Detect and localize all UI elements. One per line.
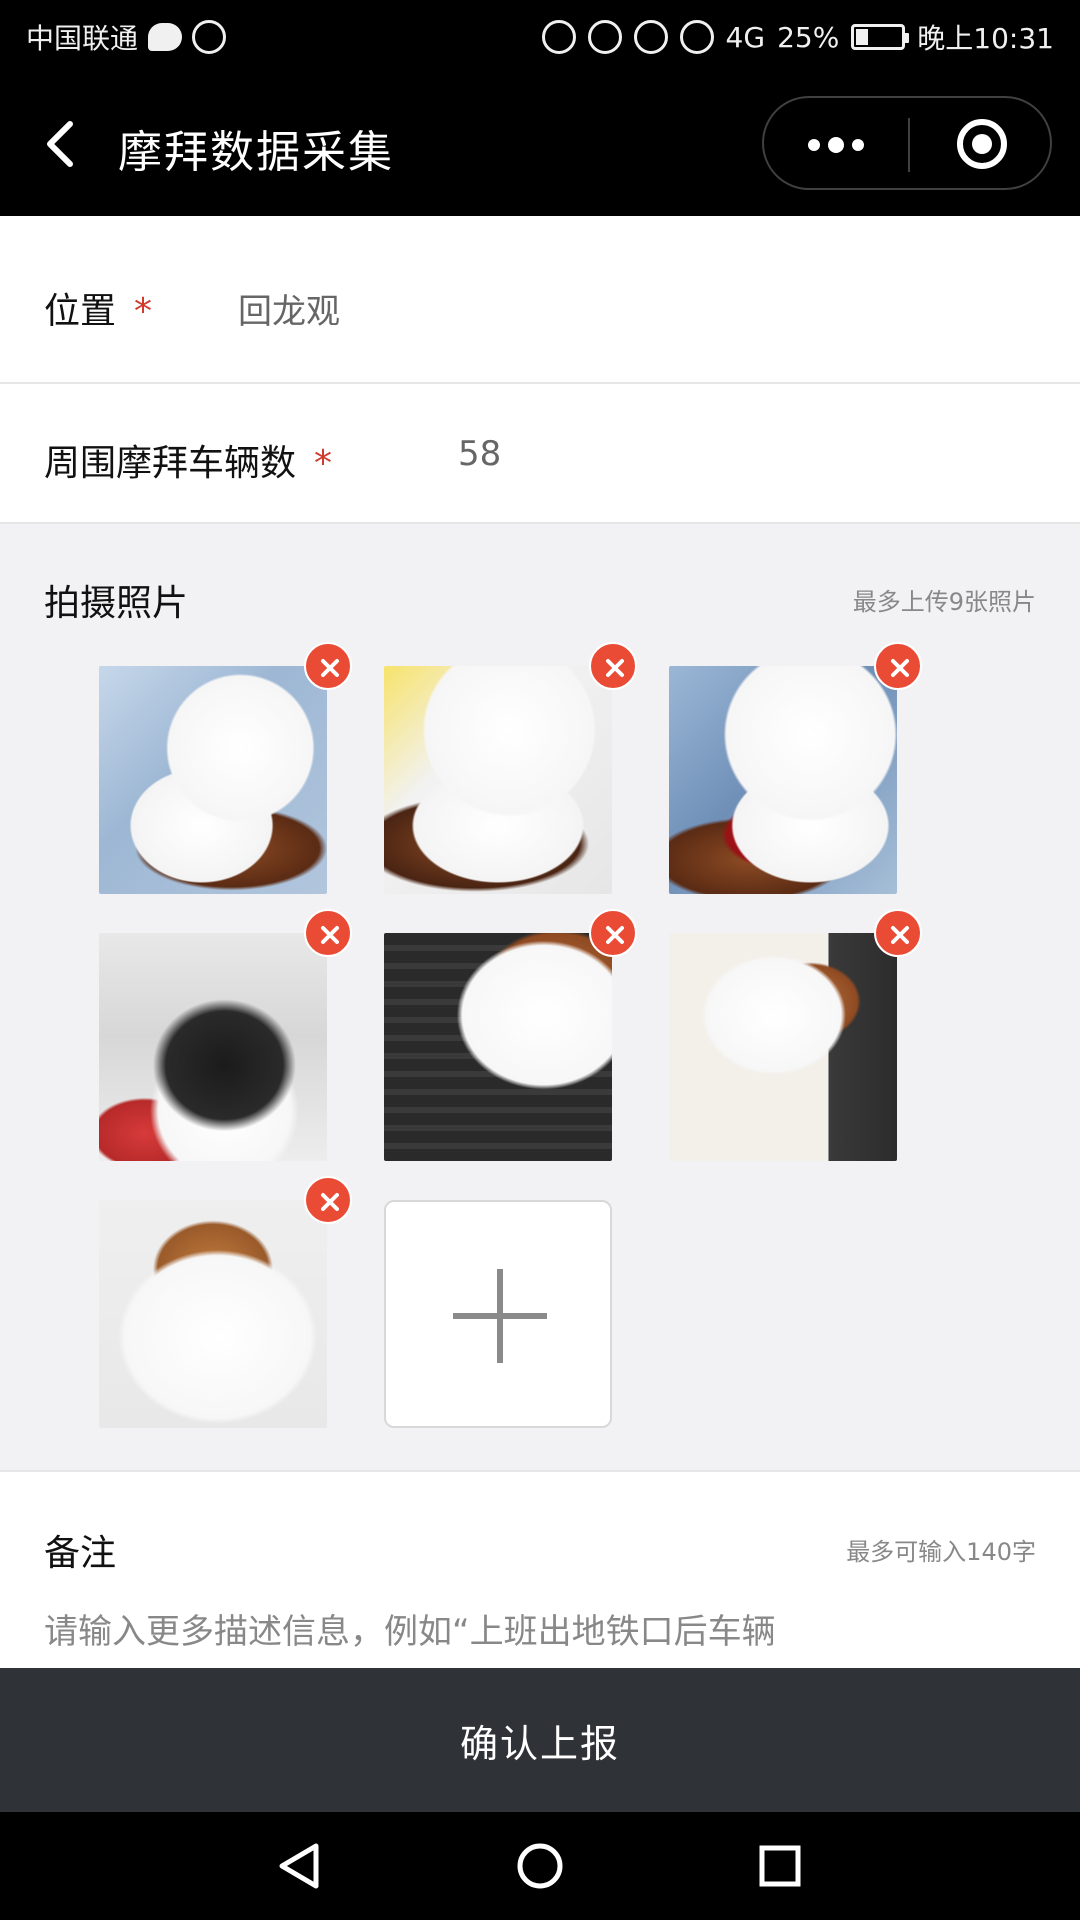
carrier-text: 中国联通: [26, 22, 139, 55]
close-icon: [321, 659, 339, 677]
alarm-icon: [633, 20, 668, 54]
remove-photo-2-button[interactable]: [589, 642, 637, 690]
location-label: 位置 *: [44, 282, 152, 334]
close-icon: [321, 926, 339, 944]
close-icon: [891, 926, 909, 944]
vehicle-count-required-mark: *: [314, 443, 333, 484]
recent-square-icon[interactable]: [752, 1838, 808, 1894]
vehicle-count-label-text: 周围摩拜车辆数: [44, 443, 297, 484]
chat-bubble-icon: [148, 23, 183, 51]
vehicle-count-row[interactable]: 周围摩拜车辆数 * 58: [0, 384, 1080, 524]
photo-thumb-3[interactable]: [669, 666, 897, 894]
remove-photo-6-button[interactable]: [874, 909, 922, 957]
location-value[interactable]: 回龙观: [238, 284, 340, 333]
back-icon[interactable]: [40, 120, 80, 168]
photo-hint: 最多上传9张照片: [852, 588, 1036, 616]
notes-hint: 最多可输入140字: [846, 1538, 1036, 1566]
back-triangle-icon[interactable]: [272, 1838, 328, 1894]
hotspot-icon: [192, 20, 227, 54]
notes-textarea[interactable]: 请输入更多描述信息，例如“上班出地铁口后车辆: [44, 1604, 1036, 1664]
location-row[interactable]: 位置 * 回龙观: [0, 216, 1080, 384]
photo-thumb-2[interactable]: [384, 666, 612, 894]
location-label-text: 位置: [44, 291, 117, 332]
notes-section: 备注 最多可输入140字 请输入更多描述信息，例如“上班出地铁口后车辆: [0, 1470, 1080, 1668]
eye-icon: [679, 20, 714, 54]
home-circle-icon[interactable]: [512, 1838, 568, 1894]
system-nav-bar: [0, 1812, 1080, 1920]
time-text: 晚上10:31: [917, 22, 1054, 55]
title-bar: 摩拜数据采集: [0, 74, 1080, 216]
capsule-divider: [908, 118, 910, 172]
battery-percent-text: 25%: [777, 20, 840, 54]
photo-thumb-4[interactable]: [99, 933, 327, 1161]
remove-photo-3-button[interactable]: [874, 642, 922, 690]
photo-section: 拍摄照片 最多上传9张照片: [0, 524, 1080, 1470]
page-title: 摩拜数据采集: [118, 127, 394, 178]
add-photo-button[interactable]: [384, 1200, 612, 1428]
status-right: 4G 25% 晚上10:31: [541, 16, 1054, 58]
remove-photo-1-button[interactable]: [304, 642, 352, 690]
remove-photo-5-button[interactable]: [589, 909, 637, 957]
mute-icon: [587, 20, 622, 54]
battery-icon: [851, 24, 910, 50]
photo-thumb-7[interactable]: [99, 1200, 327, 1428]
photo-title: 拍摄照片: [44, 583, 189, 624]
remove-photo-7-button[interactable]: [304, 1176, 352, 1224]
photo-thumb-5[interactable]: [384, 933, 612, 1161]
close-icon: [891, 659, 909, 677]
mini-program-capsule: [762, 96, 1052, 190]
more-icon[interactable]: [804, 134, 868, 156]
network-type-text: 4G: [725, 20, 766, 54]
status-bar: 中国联通 4G 25% 晚上10:31: [0, 0, 1080, 74]
notes-title: 备注: [44, 1533, 117, 1574]
battery-fill: [856, 29, 869, 45]
status-left: 中国联通: [26, 16, 227, 58]
vehicle-count-label: 周围摩拜车辆数 *: [44, 434, 332, 486]
vehicle-count-value[interactable]: 58: [458, 434, 501, 474]
nfc-icon: [541, 20, 576, 54]
remove-photo-4-button[interactable]: [304, 909, 352, 957]
location-required-mark: *: [134, 291, 153, 332]
photo-thumb-1[interactable]: [99, 666, 327, 894]
close-icon: [606, 659, 624, 677]
photo-thumb-6[interactable]: [669, 933, 897, 1161]
submit-button[interactable]: 确认上报: [0, 1668, 1080, 1812]
target-icon[interactable]: [954, 116, 1010, 172]
close-icon: [606, 926, 624, 944]
close-icon: [321, 1193, 339, 1211]
plus-icon: [453, 1269, 547, 1363]
